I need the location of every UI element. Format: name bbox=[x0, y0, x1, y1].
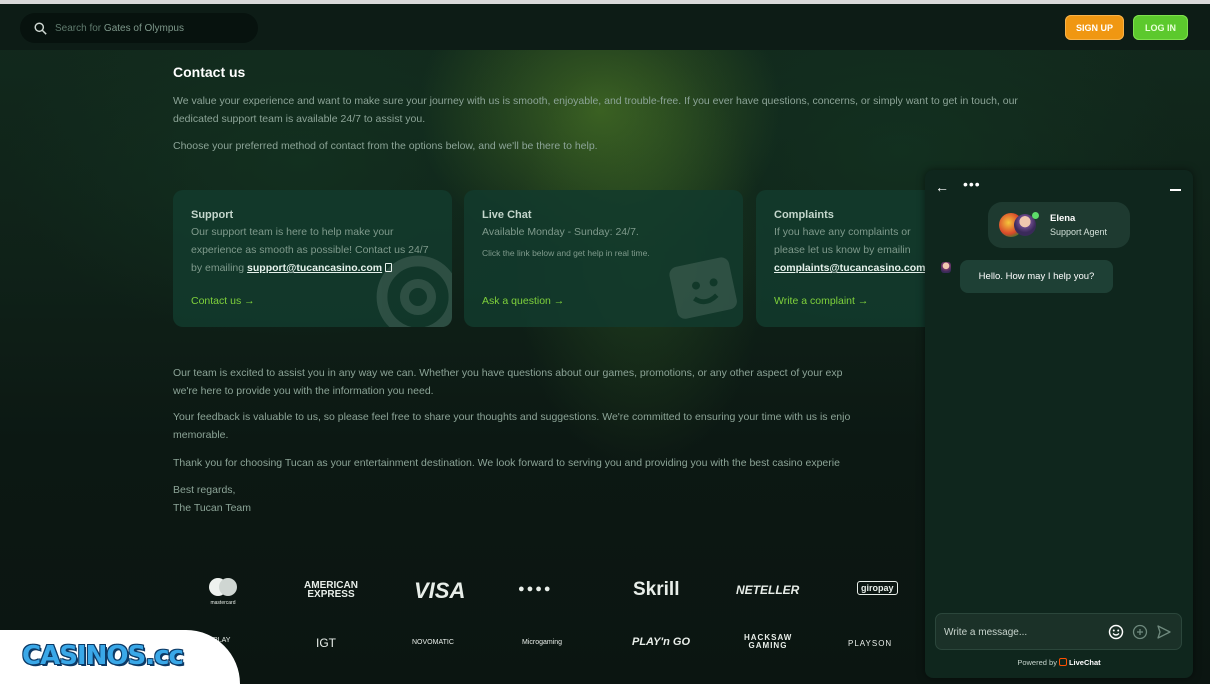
powered-prefix: Powered by bbox=[1017, 658, 1057, 667]
search-term: Gates of Olympus bbox=[103, 22, 184, 34]
signature-line-2: The Tucan Team bbox=[173, 502, 252, 514]
agent-header: Elena Support Agent bbox=[988, 202, 1130, 248]
amex-logo: AMERICAN EXPRESS bbox=[304, 580, 358, 600]
complaints-email-link[interactable]: complaints@tucancasino.com bbox=[774, 262, 925, 274]
play-n-go-logo: PLAY'n GO bbox=[632, 636, 691, 648]
casinos-logo: CASINOS.cc bbox=[22, 641, 184, 671]
search-bar[interactable]: Search for Gates of Olympus bbox=[20, 13, 258, 43]
choose-paragraph: Choose your preferred method of contact … bbox=[173, 140, 598, 152]
outro-1-line-2: we're here to provide you with the infor… bbox=[173, 385, 434, 397]
agent-message-bubble: Hello. How may I help you? bbox=[960, 260, 1113, 293]
outro-3-line: Thank you for choosing Tucan as your ent… bbox=[173, 457, 840, 469]
outro-paragraph-1: Our team is excited to assist you in any… bbox=[173, 364, 925, 400]
log-in-button[interactable]: LOG IN bbox=[1133, 15, 1188, 40]
igt-logo: IGT bbox=[316, 636, 336, 650]
back-arrow-icon[interactable]: ← bbox=[935, 179, 949, 195]
mastercard-label: mastercard bbox=[210, 600, 236, 606]
more-options-icon[interactable]: ••• bbox=[963, 176, 981, 192]
online-status-dot bbox=[1032, 212, 1039, 219]
search-placeholder: Search for Gates of Olympus bbox=[55, 23, 184, 34]
emoji-icon[interactable] bbox=[1108, 624, 1124, 640]
message-composer bbox=[935, 613, 1182, 650]
complaints-text: If you have any complaints or please let… bbox=[774, 226, 911, 256]
write-complaint-link[interactable]: Write a complaint → bbox=[774, 295, 868, 307]
attach-icon[interactable] bbox=[1132, 624, 1148, 640]
message-input[interactable] bbox=[944, 623, 1094, 641]
mastercard-logo: mastercard bbox=[205, 577, 241, 606]
intro-paragraph: We value your experience and want to mak… bbox=[173, 95, 1018, 125]
at-sign-icon bbox=[376, 255, 452, 327]
paysafe-logo: ●●●● bbox=[518, 583, 553, 595]
agent-name: Elena bbox=[1050, 213, 1076, 224]
outro-2-line-2: memorable. bbox=[173, 429, 229, 441]
outro-2-line-1: Your feedback is valuable to us, so plea… bbox=[173, 411, 851, 423]
support-card: Support Our support team is here to help… bbox=[173, 190, 452, 327]
microgaming-logo: Microgaming bbox=[522, 639, 563, 646]
powered-by-footer: Powered by LiveChat bbox=[925, 658, 1193, 667]
ask-question-link[interactable]: Ask a question → bbox=[482, 295, 564, 307]
skrill-logo: Skrill bbox=[633, 579, 680, 600]
complaints-title: Complaints bbox=[774, 209, 834, 221]
search-icon bbox=[34, 21, 47, 35]
live-chat-title: Live Chat bbox=[482, 209, 532, 221]
send-icon[interactable] bbox=[1156, 624, 1172, 640]
agent-role: Support Agent bbox=[1050, 227, 1108, 237]
livechat-brand[interactable]: LiveChat bbox=[1069, 658, 1101, 667]
novomatic-logo: NOVOMATIC bbox=[412, 639, 454, 646]
message-avatar bbox=[941, 262, 951, 273]
outro-paragraph-2: Your feedback is valuable to us, so plea… bbox=[173, 408, 925, 444]
top-header: Search for Gates of Olympus SIGN UP LOG … bbox=[0, 4, 1210, 50]
support-email-link[interactable]: support@tucancasino.com bbox=[247, 262, 382, 274]
livechat-icon bbox=[1058, 658, 1067, 666]
live-chat-text: Available Monday - Sunday: 24/7. bbox=[482, 226, 639, 238]
live-chat-card: Live Chat Available Monday - Sunday: 24/… bbox=[464, 190, 743, 327]
support-title: Support bbox=[191, 209, 234, 221]
outro-1-line-1: Our team is excited to assist you in any… bbox=[173, 367, 843, 379]
outro-paragraph-3: Thank you for choosing Tucan as your ent… bbox=[173, 454, 925, 472]
minimize-icon[interactable] bbox=[1170, 189, 1181, 191]
neteller-logo: NETELLER bbox=[736, 583, 800, 597]
giropay-logo: giropay bbox=[857, 581, 898, 595]
page-title: Contact us bbox=[173, 64, 246, 80]
chat-smile-icon bbox=[669, 257, 737, 319]
live-chat-widget: ← ••• Elena Support Agent Hello. How may… bbox=[925, 170, 1193, 678]
visa-logo: VISA bbox=[414, 578, 466, 603]
signature: Best regards, The Tucan Team bbox=[173, 481, 473, 517]
signature-line-1: Best regards, bbox=[173, 484, 236, 496]
sign-up-button[interactable]: SIGN UP bbox=[1065, 15, 1124, 40]
complaints-email-wrap: complaints@tucancasino.com bbox=[774, 259, 938, 277]
hacksaw-logo: HACKSAW GAMING bbox=[744, 633, 793, 650]
page-title-wrap: Contact us bbox=[173, 64, 1053, 80]
search-prefix: Search for bbox=[55, 22, 102, 34]
contact-us-link[interactable]: Contact us → bbox=[191, 295, 255, 307]
playson-logo: PLAYSON bbox=[848, 639, 893, 648]
